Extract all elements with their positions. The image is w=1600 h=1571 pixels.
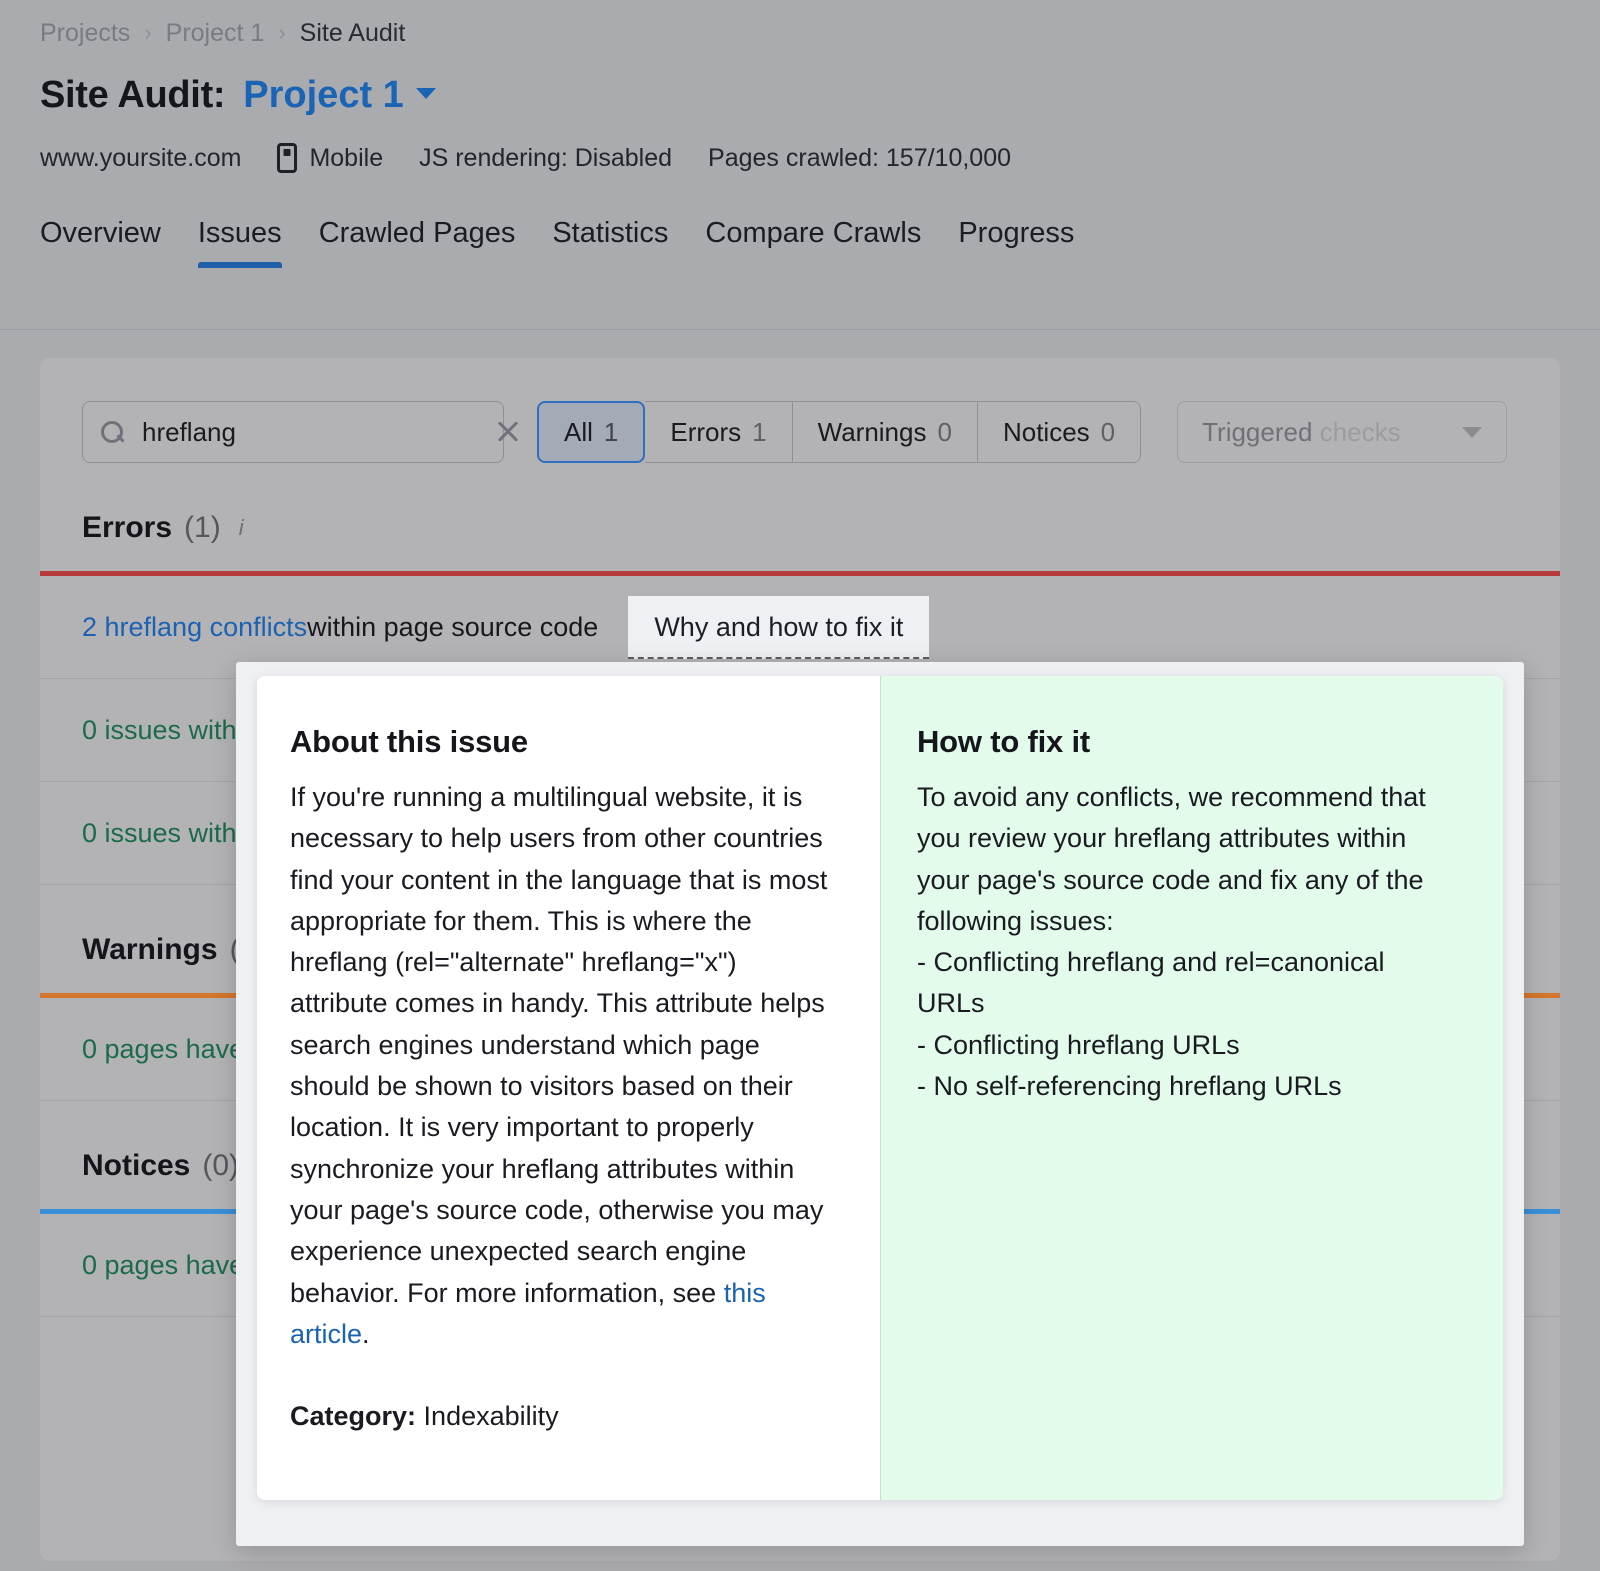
how-to-fix-it-pane: How to fix it To avoid any conflicts, we… [880,676,1503,1500]
breadcrumb-item-project-1[interactable]: Project 1 [166,18,265,48]
about-body-text: If you're running a multilingual website… [290,782,828,1308]
issue-link[interactable]: 2 hreflang conflicts [82,612,307,643]
section-count-notices: (0) [202,1149,240,1182]
filter-all-count: 1 [603,416,619,447]
list-item: - Conflicting hreflang URLs [917,1029,1240,1060]
search-icon [101,420,124,444]
meta-device-label: Mobile [309,143,384,172]
about-this-issue-body: If you're running a multilingual website… [290,777,836,1355]
triggered-checks-label: Triggered [1202,416,1313,447]
issues-filter-bar: All 1 Errors 1 Warnings 0 Notices 0 Trig… [40,358,1560,463]
info-icon[interactable]: i [239,517,261,539]
tab-overview[interactable]: Overview [40,217,161,268]
about-this-issue-heading: About this issue [290,724,528,759]
project-selector-label: Project 1 [243,74,404,116]
how-to-fix-it-heading: How to fix it [917,724,1091,759]
issue-text: 0 pages have [82,1033,245,1064]
section-title-warnings: Warnings [82,933,218,966]
issue-text: within page source code [307,611,599,642]
filter-notices-label: Notices [1002,416,1090,447]
tab-statistics[interactable]: Statistics [552,217,668,268]
page-title-label: Site Audit: [40,74,226,116]
filter-warnings[interactable]: Warnings 0 [792,401,978,463]
section-count-errors: (1) [184,511,221,544]
how-to-fix-it-bullets: - Conflicting hreflang and rel=canonical… [917,942,1459,1107]
filter-notices-count: 0 [1100,416,1116,447]
why-and-how-to-fix-it-trigger[interactable]: Why and how to fix it [628,595,930,659]
main-tabs: Overview Issues Crawled Pages Statistics… [40,217,1600,268]
page-header: Projects › Project 1 › Site Audit Site A… [0,0,1600,173]
about-this-issue-pane: About this issue If you're running a mul… [257,676,880,1500]
filter-errors-count: 1 [752,416,767,447]
filter-warnings-count: 0 [937,416,952,447]
section-header-errors: Errors (1) i [40,463,1560,571]
tab-progress[interactable]: Progress [958,217,1074,268]
close-icon[interactable] [495,419,521,445]
issue-help-popover-body: About this issue If you're running a mul… [257,676,1503,1500]
issue-text: 0 pages have [82,1249,245,1280]
triggered-checks-dropdown[interactable]: Triggered checks [1177,401,1508,463]
severity-filter-group: All 1 Errors 1 Warnings 0 Notices 0 [537,401,1142,463]
list-item: - No self-referencing hreflang URLs [917,1071,1342,1102]
breadcrumb-separator-icon: › [278,19,286,45]
breadcrumb-separator-icon: › [144,19,152,45]
chevron-down-icon [415,87,436,99]
mobile-phone-icon [277,143,298,173]
issue-text: 0 issues with [82,714,237,745]
project-selector[interactable]: Project 1 [243,74,436,117]
filter-errors[interactable]: Errors 1 [645,401,793,463]
issue-help-popover: About this issue If you're running a mul… [236,662,1524,1546]
chevron-down-icon [1462,426,1483,438]
meta-pages-crawled: Pages crawled: 157/10,000 [708,143,1012,172]
filter-errors-label: Errors [670,416,742,447]
breadcrumb: Projects › Project 1 › Site Audit [40,18,1600,48]
tabs-divider [0,329,1600,330]
filter-notices[interactable]: Notices 0 [977,401,1142,463]
section-title-notices: Notices [82,1149,191,1182]
how-to-fix-it-intro: To avoid any conflicts, we recommend tha… [917,782,1426,936]
site-meta: www.yoursite.com Mobile JS rendering: Di… [40,143,1600,173]
tab-issues[interactable]: Issues [197,217,282,268]
meta-device: Mobile [277,143,383,173]
tab-compare-crawls[interactable]: Compare Crawls [705,217,921,268]
page-title: Site Audit: Project 1 [40,74,1600,117]
meta-domain: www.yoursite.com [40,143,242,172]
filter-warnings-label: Warnings [817,416,927,447]
category-line: Category: Indexability [290,1401,836,1432]
filter-all-label: All [564,416,593,447]
category-value: Indexability [423,1401,559,1432]
breadcrumb-item-projects[interactable]: Projects [40,18,130,48]
meta-js-rendering: JS rendering: Disabled [419,143,673,172]
list-item: - Conflicting hreflang and rel=canonical… [917,947,1385,1019]
about-body-tail: . [362,1318,370,1349]
search-input[interactable] [140,415,479,449]
issue-text: 0 issues with [82,817,237,848]
tab-crawled-pages[interactable]: Crawled Pages [319,217,516,268]
category-label: Category: [290,1401,417,1432]
search-field[interactable] [82,401,504,463]
section-title-errors: Errors [82,511,173,544]
breadcrumb-item-site-audit: Site Audit [299,19,406,47]
triggered-checks-label-muted: checks [1319,416,1401,447]
filter-all[interactable]: All 1 [537,401,646,463]
